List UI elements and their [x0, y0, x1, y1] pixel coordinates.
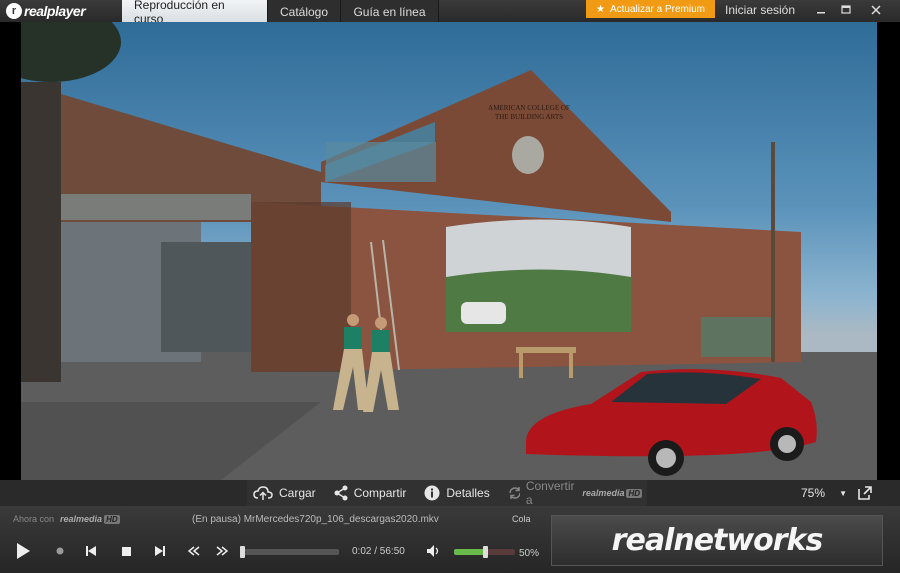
share-icon: [334, 485, 348, 501]
skip-next-icon: [155, 546, 165, 556]
skip-previous-icon: [86, 546, 96, 556]
share-label: Compartir: [353, 486, 407, 500]
realplayer-logo[interactable]: r realplayer: [6, 2, 86, 20]
details-label: Detalles: [446, 486, 490, 500]
volume-level: [454, 549, 485, 555]
now-with-realmedia: Ahora con realmedia HD: [13, 514, 120, 524]
realmedia-hd-logo: realmedia HD: [60, 514, 120, 524]
close-icon: [871, 5, 881, 15]
convert-icon: [508, 487, 520, 499]
upgrade-label: Actualizar a Premium: [609, 3, 705, 15]
seek-handle[interactable]: [240, 546, 245, 558]
convert-label: Convertir a: [525, 479, 575, 507]
video-frame: AMERICAN COLLEGE OF THE BUILDING ARTS: [21, 22, 877, 480]
seek-bar[interactable]: [240, 546, 339, 558]
previous-button[interactable]: [83, 540, 99, 562]
maximize-icon: [841, 5, 851, 14]
volume-slider[interactable]: [454, 546, 515, 558]
mural-text-line2: THE BUILDING ARTS: [495, 113, 563, 121]
action-panel: Cargar Compartir Detalles Convertir a re…: [247, 479, 647, 507]
video-scene: AMERICAN COLLEGE OF THE BUILDING ARTS: [21, 22, 877, 480]
popout-icon[interactable]: [856, 484, 874, 502]
fast-forward-icon: [216, 546, 228, 556]
rewind-icon: [188, 546, 200, 556]
cloud-upload-icon: [253, 486, 273, 500]
now-label: Ahora con: [13, 514, 55, 524]
signin-link[interactable]: Iniciar sesión: [725, 2, 795, 18]
logo-text: realplayer: [24, 3, 86, 19]
main-tabs: Reproducción en curso Catálogo Guía en l…: [122, 0, 439, 26]
details-button[interactable]: Detalles: [424, 480, 490, 506]
realnetworks-logo: realnetworks: [611, 523, 824, 558]
realplayer-window: r realplayer Reproducción en curso Catál…: [0, 0, 900, 573]
time-display: 0:02 / 56:50: [352, 546, 405, 557]
realnetworks-banner[interactable]: realnetworks: [551, 515, 883, 566]
mural-text-line1: AMERICAN COLLEGE OF: [488, 104, 570, 112]
tab-catalog[interactable]: Catálogo: [268, 0, 341, 24]
chevron-down-icon: ▼: [839, 488, 847, 498]
mute-button[interactable]: [426, 540, 442, 562]
fast-forward-button[interactable]: [214, 540, 230, 562]
zoom-select[interactable]: 75% ▼: [797, 480, 849, 506]
volume-handle[interactable]: [482, 546, 488, 558]
realmedia-hd-logo: realmedia HD: [582, 488, 643, 498]
action-strip: Cargar Compartir Detalles Convertir a re…: [0, 479, 900, 507]
upload-button[interactable]: Cargar: [253, 480, 316, 506]
star-icon: ★: [596, 3, 605, 15]
video-viewport[interactable]: AMERICAN COLLEGE OF THE BUILDING ARTS: [0, 22, 900, 480]
file-status: (En pausa) MrMercedes720p_106_descargas2…: [192, 514, 439, 525]
convert-button[interactable]: Convertir a realmedia HD: [508, 479, 643, 507]
record-icon: [56, 547, 64, 555]
info-icon: [424, 485, 440, 501]
minimize-icon: [817, 12, 825, 14]
zoom-value: 75%: [801, 486, 826, 500]
speaker-icon: [427, 545, 439, 557]
next-button[interactable]: [152, 540, 168, 562]
upgrade-premium-button[interactable]: ★ Actualizar a Premium: [586, 0, 715, 18]
play-icon: [17, 543, 30, 559]
close-button[interactable]: [862, 0, 890, 20]
real-logo-icon: r: [6, 3, 22, 19]
queue-button[interactable]: Cola: [512, 514, 531, 524]
tab-label: Guía en línea: [353, 5, 426, 19]
stop-icon: [121, 546, 131, 556]
rewind-button[interactable]: [186, 540, 202, 562]
tab-online-guide[interactable]: Guía en línea: [341, 0, 439, 24]
title-bar: r realplayer Reproducción en curso Catál…: [0, 0, 900, 26]
player-bar: Ahora con realmedia HD (En pausa) MrMerce…: [0, 506, 900, 573]
upload-label: Cargar: [279, 486, 316, 500]
record-button[interactable]: [52, 540, 68, 562]
minimize-button[interactable]: [807, 0, 835, 20]
tab-now-playing[interactable]: Reproducción en curso: [122, 0, 268, 26]
play-button[interactable]: [10, 540, 36, 562]
share-button[interactable]: Compartir: [334, 480, 407, 506]
stop-button[interactable]: [118, 540, 134, 562]
volume-percent: 50%: [519, 548, 540, 559]
maximize-button[interactable]: [832, 0, 860, 20]
tab-label: Catálogo: [279, 5, 329, 19]
